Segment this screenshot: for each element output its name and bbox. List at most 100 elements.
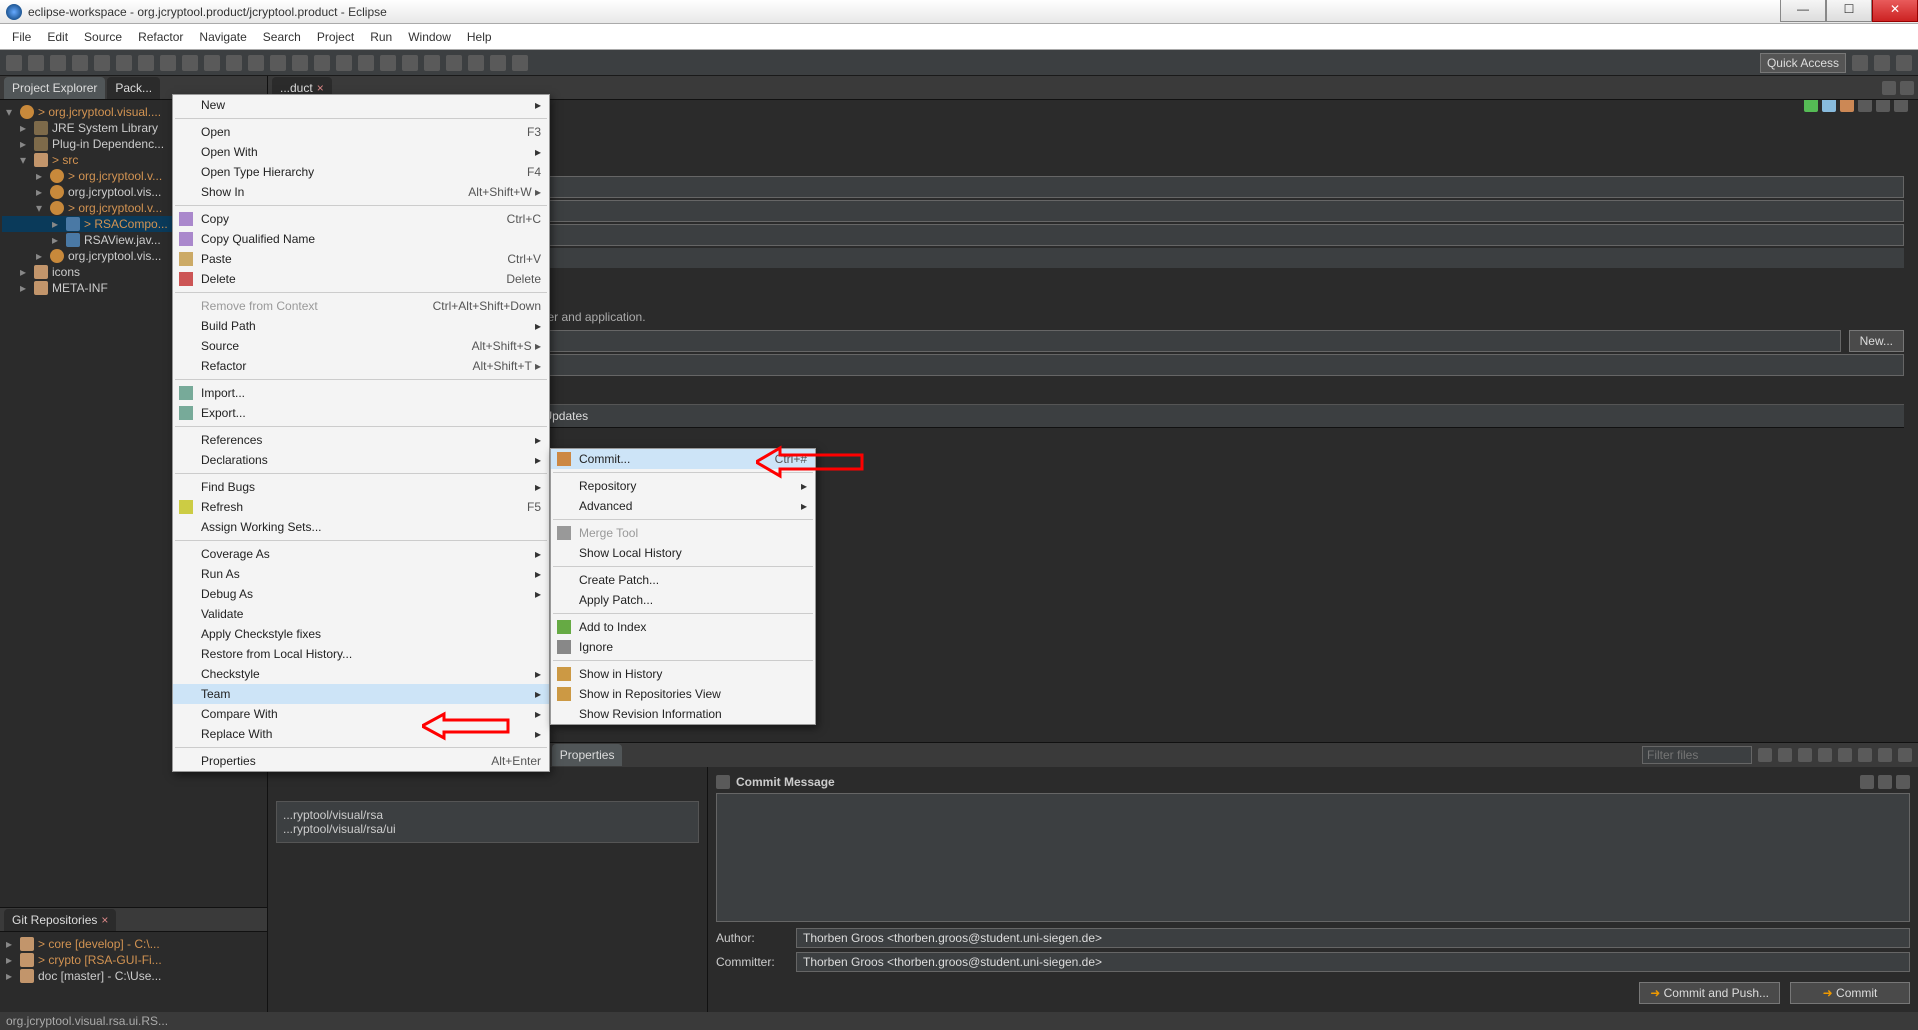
- menu-item-paste[interactable]: PasteCtrl+V: [173, 249, 549, 269]
- toolbar-icon[interactable]: [50, 55, 66, 71]
- toolbar-icon[interactable]: [160, 55, 176, 71]
- commit-and-push-button[interactable]: ➜ Commit and Push...: [1639, 982, 1780, 1004]
- menu-item-refresh[interactable]: RefreshF5: [173, 497, 549, 517]
- commit-button[interactable]: ➜ Commit: [1790, 982, 1910, 1004]
- perspective-icon[interactable]: [1896, 55, 1912, 71]
- menu-item-declarations[interactable]: Declarations▸: [173, 450, 549, 470]
- menu-help[interactable]: Help: [459, 26, 500, 48]
- toolbar-icon[interactable]: [292, 55, 308, 71]
- staging-icon[interactable]: [1758, 748, 1772, 762]
- menu-item-refactor[interactable]: RefactorAlt+Shift+T ▸: [173, 356, 549, 376]
- menu-item-import[interactable]: Import...: [173, 383, 549, 403]
- toolbar-icon[interactable]: [226, 55, 242, 71]
- staging-icon[interactable]: [1778, 748, 1792, 762]
- toolbar-icon[interactable]: [94, 55, 110, 71]
- inner-tab[interactable]: Updates: [543, 409, 588, 423]
- menu-item-create-patch[interactable]: Create Patch...: [551, 570, 815, 590]
- menu-search[interactable]: Search: [255, 26, 309, 48]
- git-repos-tree[interactable]: ▸> core [develop] - C:\...▸> crypto [RSA…: [0, 932, 267, 1012]
- menu-item-validate[interactable]: Validate: [173, 604, 549, 624]
- new-button[interactable]: New...: [1849, 330, 1904, 352]
- menu-navigate[interactable]: Navigate: [191, 26, 254, 48]
- run-icon[interactable]: [1804, 100, 1818, 112]
- menu-item-restore-from-local-history[interactable]: Restore from Local History...: [173, 644, 549, 664]
- changeid-icon[interactable]: [1896, 775, 1910, 789]
- staged-file[interactable]: ...ryptool/visual/rsa: [283, 808, 692, 822]
- menu-item-show-in[interactable]: Show InAlt+Shift+W ▸: [173, 182, 549, 202]
- menu-item-delete[interactable]: DeleteDelete: [173, 269, 549, 289]
- toolbar-icon[interactable]: [512, 55, 528, 71]
- validate-icon[interactable]: [1858, 100, 1872, 112]
- menu-item-coverage-as[interactable]: Coverage As▸: [173, 544, 549, 564]
- quick-access[interactable]: Quick Access: [1760, 53, 1846, 73]
- menu-item-assign-working-sets[interactable]: Assign Working Sets...: [173, 517, 549, 537]
- menu-item-open-type-hierarchy[interactable]: Open Type HierarchyF4: [173, 162, 549, 182]
- toolbar-icon[interactable]: [138, 55, 154, 71]
- staging-icon[interactable]: [1818, 748, 1832, 762]
- tab-git-repositories[interactable]: Git Repositories ×: [4, 909, 116, 931]
- staging-icon[interactable]: [1798, 748, 1812, 762]
- close-icon[interactable]: ×: [101, 913, 108, 927]
- menu-item-find-bugs[interactable]: Find Bugs▸: [173, 477, 549, 497]
- menu-item-export[interactable]: Export...: [173, 403, 549, 423]
- menu-run[interactable]: Run: [362, 26, 400, 48]
- toolbar-icon[interactable]: [380, 55, 396, 71]
- menu-item-source[interactable]: SourceAlt+Shift+S ▸: [173, 336, 549, 356]
- menu-file[interactable]: File: [4, 26, 39, 48]
- toolbar-icon[interactable]: [72, 55, 88, 71]
- toolbar-icon[interactable]: [358, 55, 374, 71]
- tab-package-explorer[interactable]: Pack...: [107, 77, 160, 99]
- close-button[interactable]: ✕: [1872, 0, 1918, 22]
- context-menu-package[interactable]: New▸OpenF3Open With▸Open Type HierarchyF…: [172, 94, 550, 772]
- toolbar-icon[interactable]: [248, 55, 264, 71]
- menu-item-team[interactable]: Team▸: [173, 684, 549, 704]
- author-field[interactable]: [796, 928, 1910, 948]
- menu-source[interactable]: Source: [76, 26, 130, 48]
- minimize-view-icon[interactable]: [1882, 81, 1896, 95]
- tab-properties[interactable]: Properties: [552, 744, 623, 766]
- toolbar-icon[interactable]: [270, 55, 286, 71]
- menu-item-show-local-history[interactable]: Show Local History: [551, 543, 815, 563]
- perspective-icon[interactable]: [1852, 55, 1868, 71]
- repo-node[interactable]: ▸> core [develop] - C:\...: [2, 936, 265, 952]
- menu-edit[interactable]: Edit: [39, 26, 76, 48]
- toolbar-icon[interactable]: [182, 55, 198, 71]
- toolbar-icon[interactable]: [314, 55, 330, 71]
- menu-item-ignore[interactable]: Ignore: [551, 637, 815, 657]
- menu-item-run-as[interactable]: Run As▸: [173, 564, 549, 584]
- amend-icon[interactable]: [1860, 775, 1874, 789]
- menu-item-references[interactable]: References▸: [173, 430, 549, 450]
- help-icon[interactable]: [1894, 100, 1908, 112]
- maximize-view-icon[interactable]: [1898, 748, 1912, 762]
- committer-field[interactable]: [796, 952, 1910, 972]
- toolbar-icon[interactable]: [490, 55, 506, 71]
- toolbar-icon[interactable]: [116, 55, 132, 71]
- close-icon[interactable]: ×: [317, 81, 324, 95]
- toolbar-icon[interactable]: [28, 55, 44, 71]
- toolbar-icon[interactable]: [336, 55, 352, 71]
- filter-files-input[interactable]: [1642, 746, 1752, 764]
- menu-item-build-path[interactable]: Build Path▸: [173, 316, 549, 336]
- menu-item-show-in-history[interactable]: Show in History: [551, 664, 815, 684]
- menu-item-open-with[interactable]: Open With▸: [173, 142, 549, 162]
- menu-item-show-revision-information[interactable]: Show Revision Information: [551, 704, 815, 724]
- menu-item-repository[interactable]: Repository▸: [551, 476, 815, 496]
- menu-window[interactable]: Window: [400, 26, 459, 48]
- menu-project[interactable]: Project: [309, 26, 362, 48]
- tab-project-explorer[interactable]: Project Explorer: [4, 77, 105, 99]
- staged-file[interactable]: ...ryptool/visual/rsa/ui: [283, 822, 692, 836]
- signoff-icon[interactable]: [1878, 775, 1892, 789]
- menu-item-debug-as[interactable]: Debug As▸: [173, 584, 549, 604]
- menu-item-copy[interactable]: CopyCtrl+C: [173, 209, 549, 229]
- maximize-view-icon[interactable]: [1900, 81, 1914, 95]
- toolbar-icon[interactable]: [402, 55, 418, 71]
- menu-item-apply-checkstyle-fixes[interactable]: Apply Checkstyle fixes: [173, 624, 549, 644]
- debug-icon[interactable]: [1822, 100, 1836, 112]
- toolbar-icon[interactable]: [204, 55, 220, 71]
- menu-item-add-to-index[interactable]: Add to Index: [551, 617, 815, 637]
- menu-item-copy-qualified-name[interactable]: Copy Qualified Name: [173, 229, 549, 249]
- commit-message-textarea[interactable]: [716, 793, 1910, 922]
- repo-node[interactable]: ▸doc [master] - C:\Use...: [2, 968, 265, 984]
- staging-icon[interactable]: [1858, 748, 1872, 762]
- menu-item-properties[interactable]: PropertiesAlt+Enter: [173, 751, 549, 771]
